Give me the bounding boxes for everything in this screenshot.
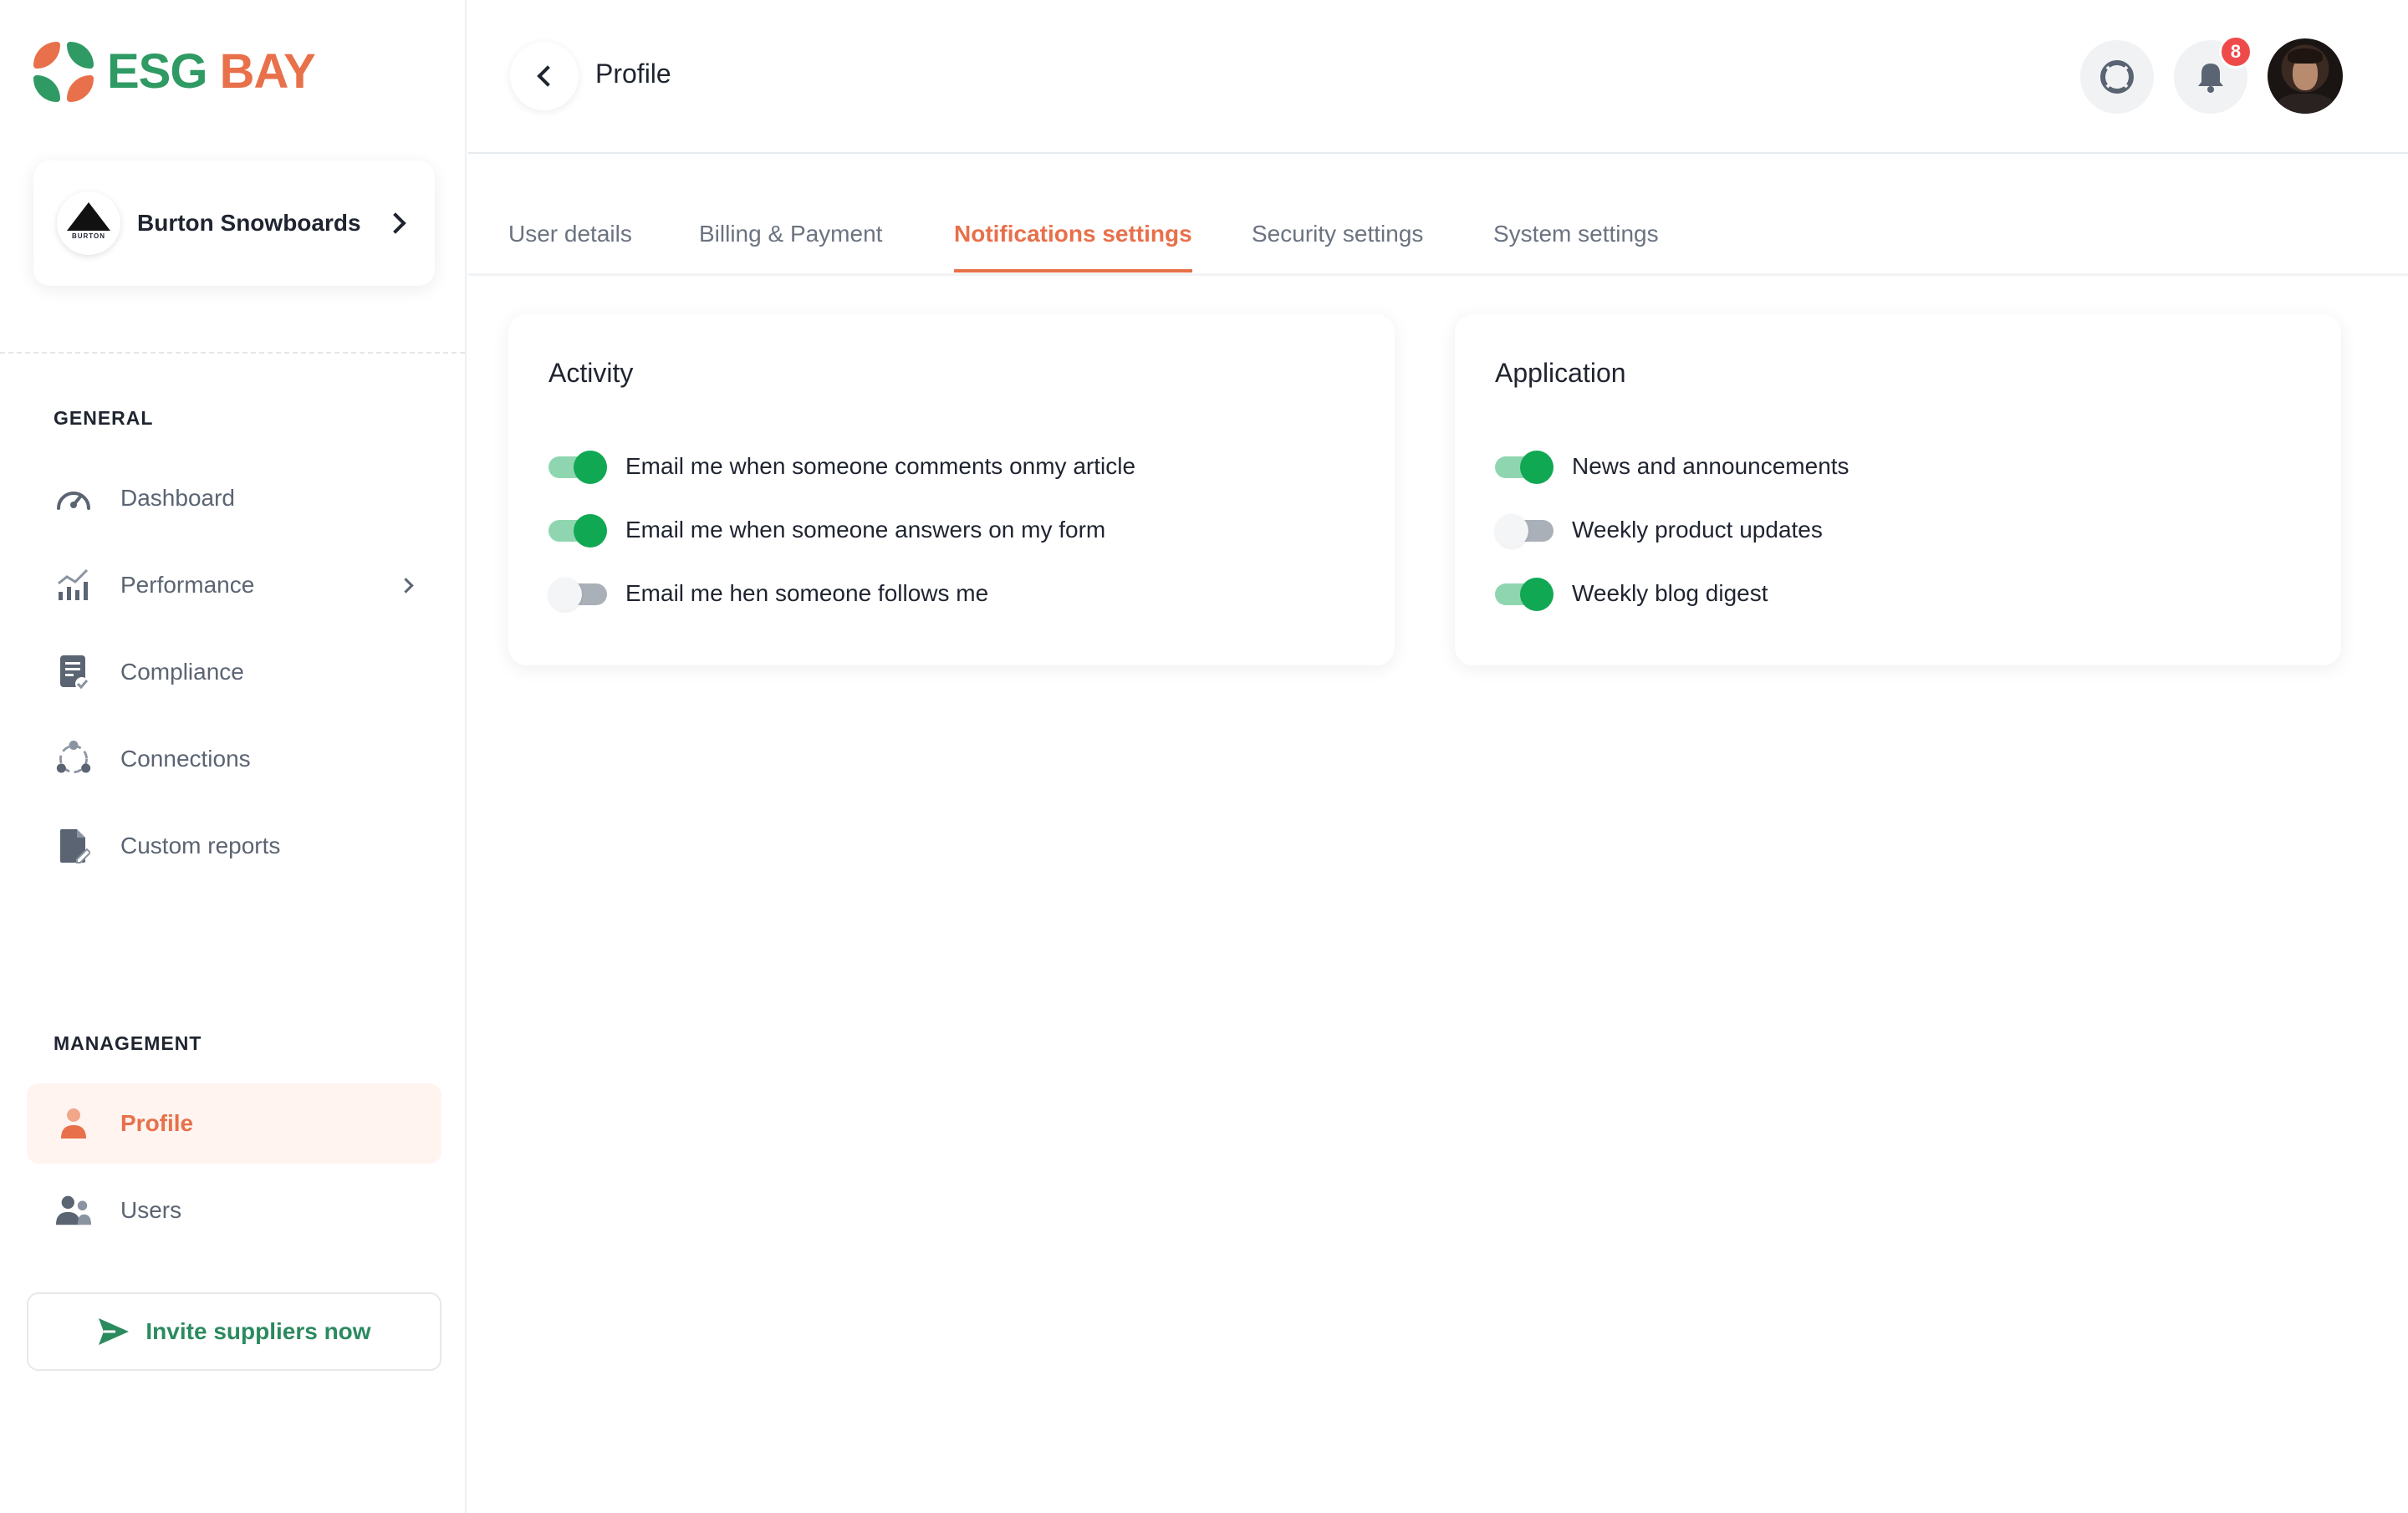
tab-security-settings[interactable]: Security settings	[1252, 221, 1423, 269]
brand-logo[interactable]: ESG BAY	[33, 42, 316, 102]
activity-setting-row: Email me when someone comments onmy arti…	[548, 448, 1135, 485]
help-button[interactable]	[2080, 40, 2154, 114]
sidebar-item-profile[interactable]: Profile	[27, 1083, 441, 1164]
sidebar-item-label: Compliance	[120, 659, 244, 685]
org-logo: BURTON	[57, 191, 120, 255]
toggle-weekly-product-updates[interactable]	[1495, 512, 1553, 548]
top-header: Profile 8	[468, 0, 2408, 154]
report-icon	[55, 828, 92, 864]
invite-suppliers-button[interactable]: Invite suppliers now	[27, 1292, 441, 1371]
sidebar-item-dashboard[interactable]: Dashboard	[27, 458, 441, 538]
tab-billing-payment[interactable]: Billing & Payment	[699, 221, 882, 269]
org-logo-text: BURTON	[71, 232, 106, 240]
tab-system-settings[interactable]: System settings	[1493, 221, 1659, 269]
sidebar-item-custom-reports[interactable]: Custom reports	[27, 806, 441, 886]
person-icon	[55, 1105, 92, 1142]
toggle-answers-email[interactable]	[548, 512, 607, 548]
bell-icon	[2198, 64, 2223, 93]
back-button[interactable]	[510, 42, 579, 110]
network-icon	[55, 741, 92, 777]
logo-mark-icon	[33, 42, 94, 102]
profile-tabs: User details Billing & Payment Notificat…	[468, 154, 2408, 276]
toggle-weekly-blog-digest[interactable]	[1495, 575, 1553, 612]
setting-label: Weekly blog digest	[1572, 580, 1768, 606]
sidebar-item-label: Performance	[120, 572, 255, 598]
sidebar-item-users[interactable]: Users	[27, 1170, 441, 1251]
setting-label: Email me when someone answers on my form	[625, 517, 1106, 543]
section-title-general: GENERAL	[54, 407, 154, 429]
organization-switcher[interactable]: BURTON Burton Snowboards	[33, 160, 435, 286]
setting-label: Weekly product updates	[1572, 517, 1823, 543]
lifebuoy-icon	[2100, 60, 2134, 94]
activity-card: Activity Email me when someone comments …	[508, 314, 1395, 665]
notifications-button[interactable]: 8	[2174, 35, 2252, 114]
sidebar-divider	[0, 352, 465, 354]
invite-suppliers-label: Invite suppliers now	[145, 1318, 371, 1344]
chevron-left-icon	[537, 65, 559, 87]
gauge-icon	[55, 480, 92, 517]
toggle-follows-email[interactable]	[548, 575, 607, 612]
activity-title: Activity	[548, 358, 634, 388]
notification-badge: 8	[2219, 35, 2252, 69]
setting-label: Email me when someone comments onmy arti…	[625, 453, 1136, 479]
application-card: Application News and announcements Weekl…	[1455, 314, 2341, 665]
chevron-right-icon	[398, 577, 414, 593]
sidebar-item-label: Profile	[120, 1110, 194, 1136]
org-name: Burton Snowboards	[137, 210, 361, 236]
application-setting-row: Weekly product updates	[1495, 512, 1823, 548]
toggle-comments-email[interactable]	[548, 448, 607, 485]
application-setting-row: News and announcements	[1495, 448, 1849, 485]
setting-label: Email me hen someone follows me	[625, 580, 989, 606]
send-icon	[99, 1318, 130, 1345]
brand-name: ESG BAY	[107, 44, 316, 99]
chart-icon	[55, 567, 92, 604]
setting-label: News and announcements	[1572, 453, 1849, 479]
chevron-right-icon	[385, 212, 406, 234]
tab-user-details[interactable]: User details	[508, 221, 632, 269]
sidebar-item-label: Dashboard	[120, 485, 235, 511]
sidebar-item-label: Connections	[120, 746, 251, 772]
activity-setting-row: Email me when someone answers on my form	[548, 512, 1105, 548]
toggle-news-announcements[interactable]	[1495, 448, 1553, 485]
page-title: Profile	[595, 59, 671, 89]
sidebar: ESG BAY BURTON Burton Snowboards GENERAL…	[0, 0, 467, 1513]
sidebar-item-label: Users	[120, 1197, 182, 1223]
activity-setting-row: Email me hen someone follows me	[548, 575, 988, 612]
sidebar-item-compliance[interactable]: Compliance	[27, 632, 441, 712]
sidebar-item-performance[interactable]: Performance	[27, 545, 441, 625]
sidebar-item-connections[interactable]: Connections	[27, 719, 441, 799]
application-title: Application	[1495, 358, 1626, 388]
sidebar-item-label: Custom reports	[120, 833, 281, 858]
user-avatar[interactable]	[2268, 38, 2343, 114]
users-icon	[55, 1192, 92, 1229]
document-check-icon	[55, 654, 92, 690]
mountain-icon	[67, 201, 110, 231]
section-title-management: MANAGEMENT	[54, 1032, 202, 1054]
tab-notifications-settings[interactable]: Notifications settings	[954, 221, 1192, 273]
application-setting-row: Weekly blog digest	[1495, 575, 1768, 612]
